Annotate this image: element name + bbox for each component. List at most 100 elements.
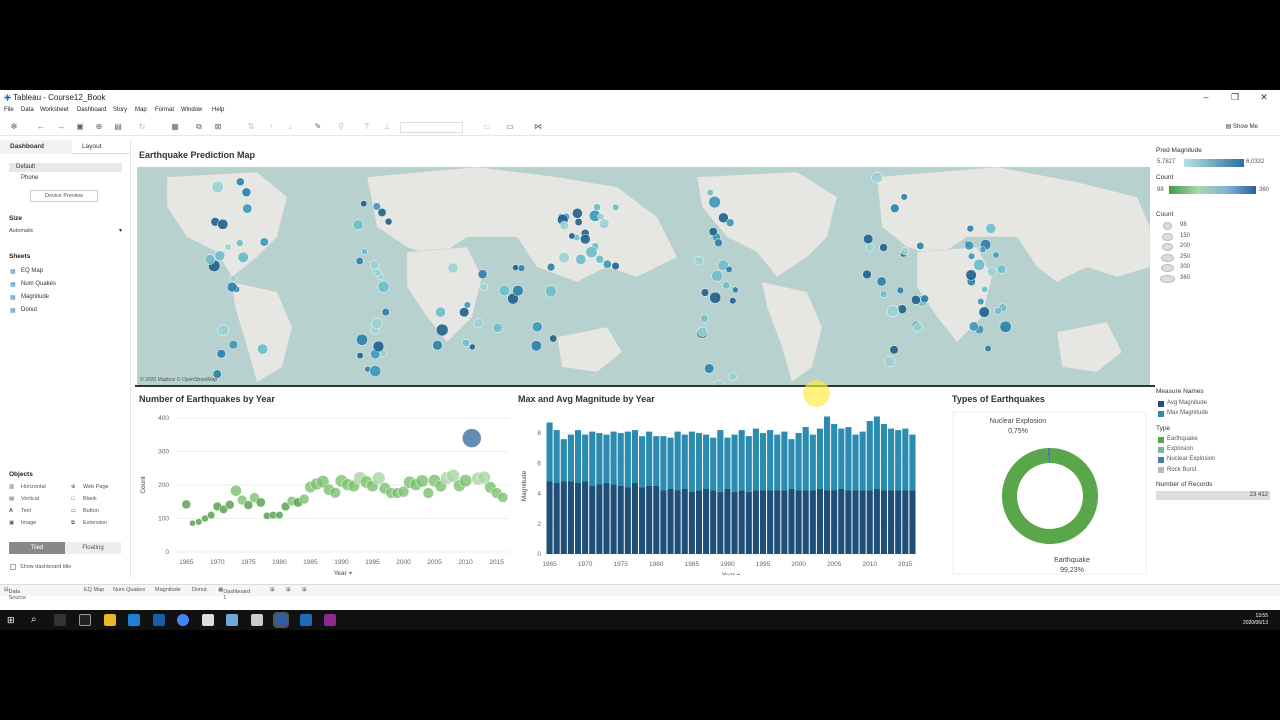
show-cards-icon[interactable]: ▭ — [482, 122, 492, 132]
fit-dropdown[interactable] — [400, 122, 463, 133]
max-magnitude-bar[interactable] — [617, 433, 624, 486]
device-default[interactable]: Default — [9, 163, 122, 172]
quake-point[interactable] — [435, 323, 449, 337]
quake-point[interactable] — [862, 269, 872, 280]
new-sheet-icon[interactable]: ▦ — [170, 122, 180, 132]
max-magnitude-bar[interactable] — [752, 428, 759, 491]
quake-point[interactable] — [965, 269, 977, 281]
max-magnitude-bar[interactable] — [845, 427, 852, 491]
quake-point[interactable] — [477, 269, 488, 280]
avg-magnitude-bar[interactable] — [809, 490, 816, 554]
max-magnitude-bar[interactable] — [767, 430, 774, 491]
tiled-button[interactable]: Tiled — [9, 542, 65, 554]
avg-magnitude-bar[interactable] — [752, 490, 759, 554]
avg-magnitude-bar[interactable] — [667, 489, 674, 554]
avg-magnitude-bar[interactable] — [852, 490, 859, 554]
avg-magnitude-bar[interactable] — [624, 487, 631, 554]
quake-point[interactable] — [435, 306, 446, 318]
quake-point[interactable] — [900, 193, 908, 201]
device-preview-button[interactable]: Device Preview — [30, 190, 98, 202]
max-magnitude-bar[interactable] — [610, 431, 617, 485]
avg-magnitude-bar[interactable] — [781, 490, 788, 554]
avg-magnitude-bar[interactable] — [610, 484, 617, 554]
new-dashboard-tab-icon[interactable]: ⊞ — [286, 587, 291, 593]
quake-point[interactable] — [916, 241, 925, 250]
minimize-icon[interactable]: – — [1196, 91, 1216, 103]
max-magnitude-bar[interactable] — [902, 428, 909, 491]
quake-point[interactable] — [237, 251, 249, 263]
new-story-tab-icon[interactable]: ⊞ — [302, 587, 307, 593]
avg-magnitude-bar[interactable] — [759, 490, 767, 554]
quake-point[interactable] — [897, 304, 907, 314]
avg-magnitude-bar[interactable] — [639, 487, 646, 554]
quake-point[interactable] — [575, 254, 587, 265]
quake-point[interactable] — [595, 254, 605, 264]
quake-point[interactable] — [593, 203, 601, 212]
device-phone[interactable]: Phone — [21, 175, 38, 181]
quake-point[interactable] — [214, 250, 226, 262]
avg-magnitude-bar[interactable] — [724, 489, 731, 554]
quake-point[interactable] — [530, 340, 542, 352]
magnitude-chart[interactable]: 8 6 4 2 01965 1970 1975 1980 1985 1990 1995 2000 200… — [516, 410, 946, 575]
quake-point[interactable] — [259, 237, 269, 247]
scatter-point[interactable] — [415, 474, 429, 488]
app-icon[interactable] — [202, 614, 214, 626]
quake-point[interactable] — [863, 233, 874, 245]
max-magnitude-bar[interactable] — [567, 434, 574, 482]
scatter-point[interactable] — [459, 474, 473, 488]
max-magnitude-bar[interactable] — [816, 428, 823, 490]
max-magnitude-bar[interactable] — [631, 430, 638, 483]
quake-point[interactable] — [549, 334, 558, 343]
max-magnitude-bar[interactable] — [788, 439, 795, 490]
menu-map[interactable]: Map — [135, 107, 147, 113]
quake-point[interactable] — [224, 243, 232, 251]
quake-point[interactable] — [708, 195, 721, 209]
max-magnitude-bar[interactable] — [596, 433, 603, 485]
quake-point[interactable] — [986, 267, 997, 277]
quake-point[interactable] — [371, 317, 383, 330]
app-icon[interactable] — [300, 614, 312, 626]
avg-magnitude-bar[interactable] — [553, 482, 560, 554]
avg-magnitude-bar[interactable] — [845, 490, 852, 554]
tableau-taskbar-icon[interactable] — [273, 612, 289, 628]
quake-point[interactable] — [447, 262, 459, 274]
avg-magnitude-bar[interactable] — [574, 482, 582, 554]
quake-point[interactable] — [704, 363, 715, 374]
quake-point[interactable] — [236, 177, 245, 187]
highlight-icon[interactable]: ✎ — [313, 122, 323, 132]
quake-point[interactable] — [512, 285, 524, 297]
quake-point[interactable] — [236, 239, 244, 247]
max-magnitude-bar[interactable] — [695, 433, 703, 491]
pause-updates-icon[interactable]: ▤ — [113, 122, 123, 132]
max-magnitude-bar[interactable] — [895, 430, 902, 491]
save-icon[interactable]: ▣ — [75, 122, 85, 132]
avg-magnitude-bar[interactable] — [795, 490, 802, 554]
max-magnitude-bar[interactable] — [681, 434, 688, 490]
close-icon[interactable]: ✕ — [1254, 91, 1274, 103]
sheet-magnitude[interactable]: Magnitude — [21, 294, 49, 300]
avg-magnitude-bar[interactable] — [660, 490, 667, 554]
menu-format[interactable]: Format — [155, 107, 174, 113]
avg-magnitude-bar[interactable] — [717, 492, 724, 554]
quake-point[interactable] — [559, 221, 569, 231]
sheet-eq-map[interactable]: EQ Map — [21, 268, 43, 274]
max-magnitude-bar[interactable] — [909, 434, 916, 491]
quake-point[interactable] — [469, 343, 476, 351]
quake-point[interactable] — [890, 203, 900, 213]
avg-magnitude-bar[interactable] — [703, 489, 710, 554]
quake-point[interactable] — [725, 265, 733, 273]
avg-magnitude-bar[interactable] — [902, 490, 909, 554]
avg-magnitude-bar[interactable] — [788, 489, 795, 554]
avg-magnitude-bar[interactable] — [710, 490, 717, 554]
quake-point[interactable] — [372, 340, 385, 353]
quake-point[interactable] — [700, 314, 709, 323]
object-extension[interactable]: Extension — [83, 520, 107, 526]
max-magnitude-bar[interactable] — [660, 436, 667, 491]
max-magnitude-bar[interactable] — [824, 416, 831, 491]
avg-magnitude-bar[interactable] — [831, 490, 838, 554]
quake-point[interactable] — [463, 301, 471, 309]
todo-icon[interactable] — [128, 614, 140, 626]
tab-num-quakes[interactable]: Num Quakes — [113, 587, 145, 593]
quake-point[interactable] — [377, 208, 387, 217]
avg-magnitude-bar[interactable] — [603, 482, 610, 554]
